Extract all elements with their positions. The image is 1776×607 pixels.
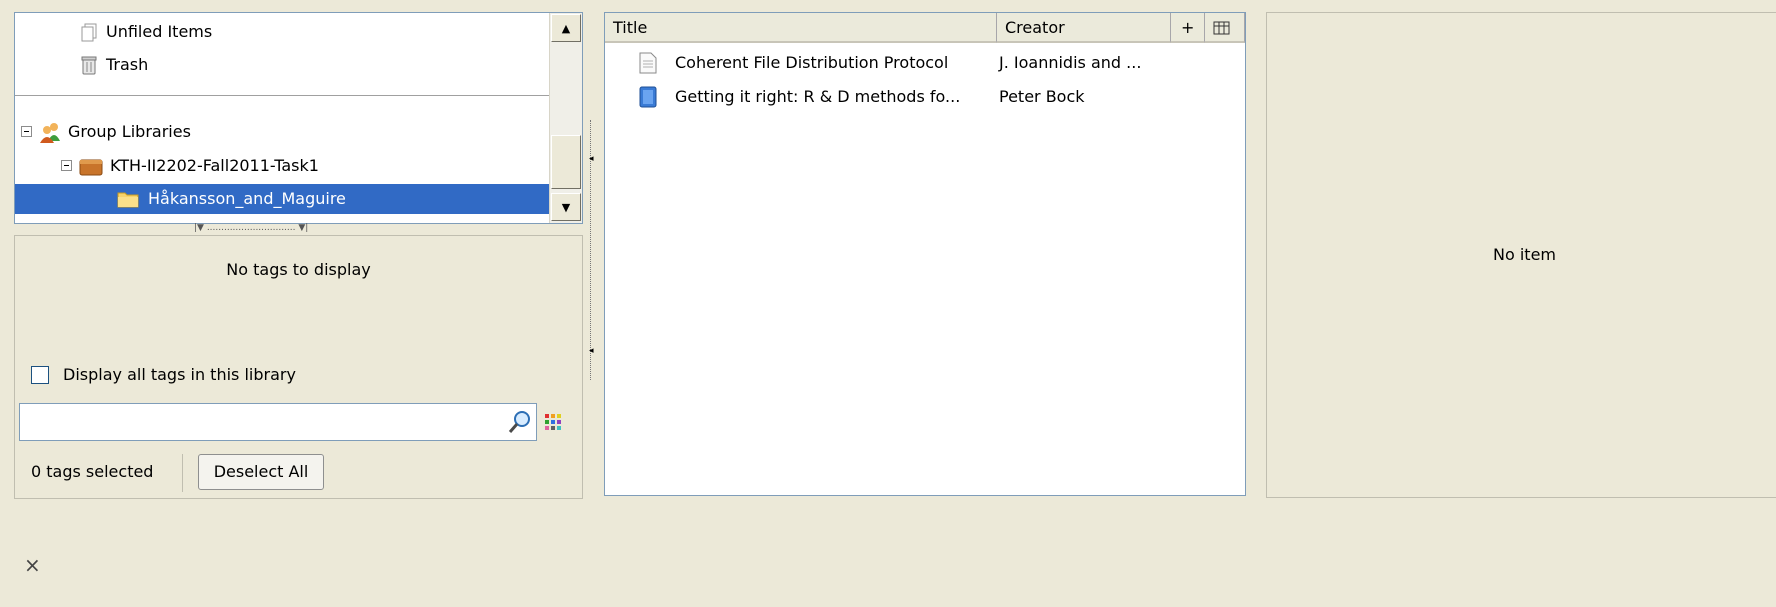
- display-all-tags-label: Display all tags in this library: [63, 365, 296, 384]
- library-label: KTH-II2202-Fall2011-Task1: [110, 156, 319, 175]
- tag-search-input[interactable]: [19, 403, 537, 441]
- unfiled-items-icon: [81, 23, 97, 42]
- scroll-thumb[interactable]: [551, 135, 581, 189]
- item-creator: Peter Bock: [999, 87, 1085, 106]
- tree-separator: [15, 95, 549, 96]
- tag-colors-icon[interactable]: [544, 413, 562, 431]
- no-tags-message: No tags to display: [226, 260, 371, 279]
- display-all-tags-option[interactable]: Display all tags in this library: [31, 364, 431, 386]
- splitter-collapse-icon-lower[interactable]: ◂: [589, 346, 594, 356]
- display-all-tags-checkbox[interactable]: [31, 366, 49, 384]
- collection-hakansson-and-maguire[interactable]: Håkansson_and_Maguire: [15, 184, 551, 214]
- group-libraries-row[interactable]: Group Libraries: [15, 117, 549, 147]
- item-row[interactable]: Getting it right: R & D methods fo... Pe…: [605, 81, 1245, 113]
- column-picker-button[interactable]: [1205, 13, 1245, 43]
- document-icon: [639, 52, 657, 74]
- tags-selected-count: 0 tags selected: [31, 462, 154, 481]
- collapse-library-icon[interactable]: [61, 160, 72, 171]
- collection-trash[interactable]: Trash: [15, 50, 549, 80]
- item-pane: No item: [1266, 12, 1776, 498]
- scroll-up-button[interactable]: ▲: [551, 14, 581, 42]
- selected-collection-label: Håkansson_and_Maguire: [148, 189, 346, 208]
- column-header-title[interactable]: Title: [605, 13, 997, 43]
- search-icon[interactable]: [508, 410, 532, 434]
- items-tree[interactable]: Title Creator + Coherent File Distributi…: [604, 12, 1246, 496]
- collections-tree[interactable]: Unfiled Items Trash Group Libraries KTH-…: [14, 12, 583, 224]
- column-header-creator[interactable]: Creator: [997, 13, 1171, 43]
- scroll-down-button[interactable]: ▼: [551, 193, 581, 221]
- trash-icon: [81, 56, 97, 75]
- book-icon: [639, 86, 657, 108]
- trash-label: Trash: [106, 55, 149, 74]
- tag-pane-splitter[interactable]: |▼ ............................... ▼|: [194, 222, 408, 234]
- item-title: Coherent File Distribution Protocol: [675, 53, 949, 72]
- tag-selector: No tags to display Display all tags in t…: [14, 235, 583, 499]
- splitter-collapse-icon[interactable]: ◂: [589, 154, 594, 164]
- item-title: Getting it right: R & D methods fo...: [675, 87, 961, 106]
- deselect-all-button[interactable]: Deselect All: [198, 454, 324, 490]
- folder-icon: [117, 192, 139, 208]
- collapse-group-libraries-icon[interactable]: [21, 126, 32, 137]
- library-icon: [79, 159, 103, 176]
- unfiled-items-label: Unfiled Items: [106, 22, 213, 41]
- add-column-button[interactable]: +: [1171, 13, 1205, 43]
- collection-unfiled-items[interactable]: Unfiled Items: [15, 17, 549, 47]
- collections-scrollbar[interactable]: ▲ ▼: [549, 13, 582, 223]
- no-item-message: No item: [1493, 245, 1556, 264]
- tag-footer-divider: [182, 454, 183, 492]
- library-kth-row[interactable]: KTH-II2202-Fall2011-Task1: [15, 151, 549, 181]
- close-icon[interactable]: ×: [24, 553, 41, 577]
- group-libraries-label: Group Libraries: [68, 122, 191, 141]
- group-libraries-icon: [40, 123, 60, 143]
- pane-splitter[interactable]: ◂ ◂: [589, 120, 597, 380]
- item-row[interactable]: Coherent File Distribution Protocol J. I…: [605, 47, 1245, 79]
- column-picker-icon: [1213, 21, 1230, 34]
- item-creator: J. Ioannidis and ...: [999, 53, 1142, 72]
